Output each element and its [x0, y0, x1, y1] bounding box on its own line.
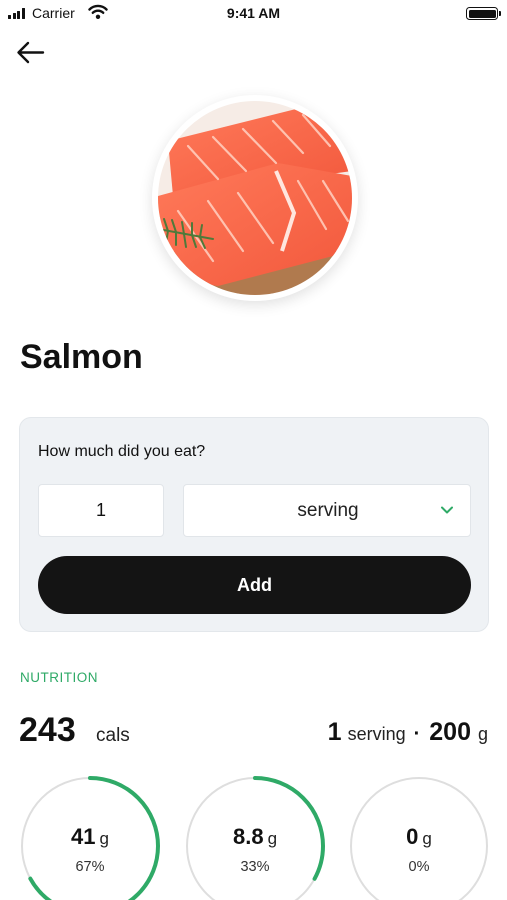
status-time: 9:41 AM	[226, 5, 281, 21]
macro-3-unit: g	[422, 829, 432, 848]
serving-summary: 1 serving · 200 g	[328, 718, 488, 747]
portion-card: How much did you eat? serving Add	[19, 417, 489, 632]
macro-2-unit: g	[267, 829, 278, 848]
macro-1-percent: 67%	[75, 859, 105, 875]
macro-2-percent: 33%	[240, 859, 270, 875]
macro-ring-2: 8.8 g 33%	[185, 776, 325, 900]
calorie-value: 243	[19, 711, 76, 749]
serving-unit-select[interactable]: serving	[183, 484, 471, 537]
quantity-input[interactable]	[38, 484, 164, 537]
macro-1-amount: 41	[71, 824, 96, 849]
battery-icon	[466, 7, 501, 20]
serving-unit-value: serving	[297, 500, 359, 521]
food-photo	[152, 95, 358, 301]
status-bar: Carrier 9:41 AM	[0, 0, 507, 28]
back-button[interactable]	[14, 38, 50, 68]
macro-ring-3: 0g 0%	[349, 776, 489, 900]
food-title: Salmon	[20, 338, 143, 376]
serving-count: 1	[327, 718, 342, 746]
macro-3-percent: 0%	[408, 859, 430, 875]
macro-1-unit: g	[99, 829, 109, 848]
macro-2-amount: 8.8	[232, 824, 264, 849]
back-arrow-icon	[17, 41, 45, 64]
macro-ring-1: 41 g 67%	[20, 776, 160, 900]
serving-separator: ·	[413, 723, 421, 745]
serving-weight-unit: g	[477, 724, 488, 744]
portion-question: How much did you eat?	[38, 443, 206, 460]
add-button[interactable]: Add	[38, 556, 471, 614]
nutrition-section-label: NUTRITION	[20, 670, 98, 685]
macro-3-amount: 0	[406, 824, 419, 849]
serving-weight: 200	[429, 718, 471, 746]
chevron-down-icon	[441, 506, 453, 514]
serving-unit-label: serving	[347, 724, 406, 744]
calorie-unit: cals	[96, 725, 130, 746]
